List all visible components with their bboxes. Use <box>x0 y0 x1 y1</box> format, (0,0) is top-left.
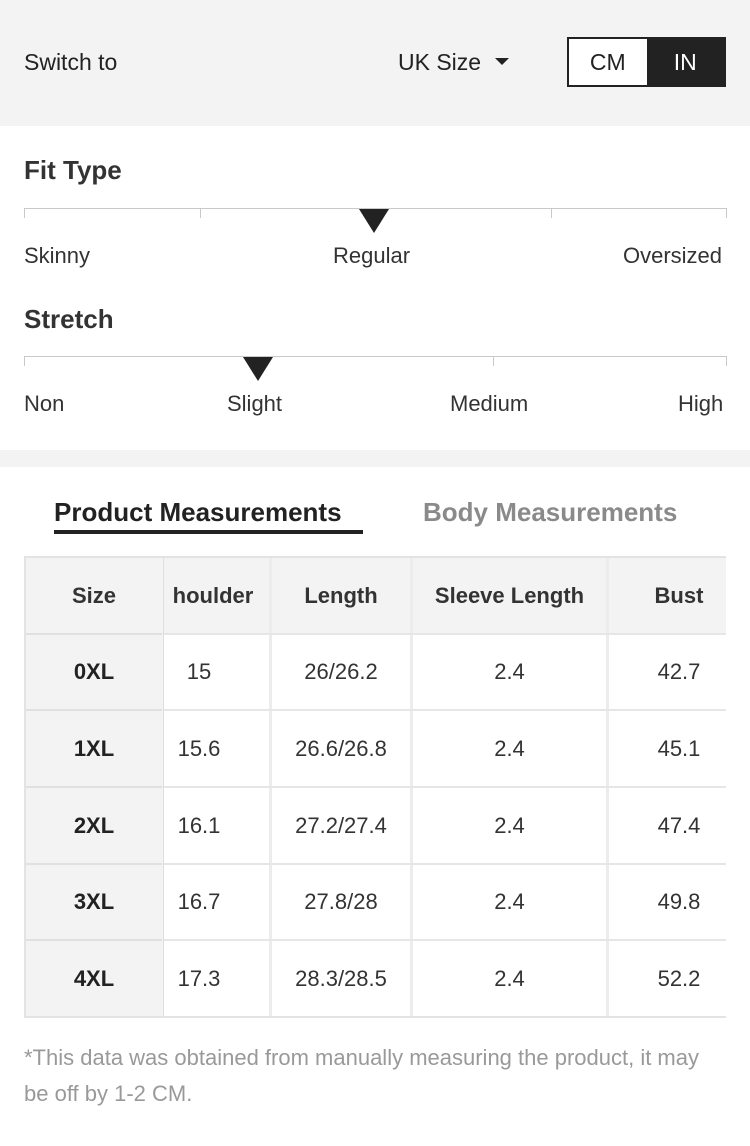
cell-size: 0XL <box>73 659 115 684</box>
cell-bust: 42.7 <box>657 659 701 684</box>
stretch-label-medium: Medium <box>450 391 529 416</box>
section-divider <box>0 450 750 467</box>
scale-tick <box>200 208 201 218</box>
cell-length: 27.8/28 <box>304 889 378 914</box>
stretch-label-slight: Slight <box>227 391 283 416</box>
cell-length: 28.3/28.5 <box>295 965 387 991</box>
scale-tick <box>726 356 727 366</box>
unit-in-button[interactable]: IN <box>646 39 724 85</box>
scale-tick <box>24 208 25 218</box>
chevron-down-icon <box>495 58 510 66</box>
cell-sleeve-length: 2.4 <box>494 659 525 684</box>
measurement-disclaimer: *This data was obtained from manually me… <box>24 1045 699 1106</box>
cell-shoulder: 16.1 <box>177 812 221 838</box>
scale-tick <box>726 208 727 218</box>
cell-shoulder: 17.3 <box>177 965 221 991</box>
cell-size: 3XL <box>73 889 115 914</box>
cell-bust: 45.1 <box>657 735 701 761</box>
fit-label-skinny: Skinny <box>24 243 91 268</box>
cell-length: 26.6/26.8 <box>295 735 387 761</box>
header-length: Length <box>304 582 378 608</box>
cell-sleeve-length: 2.4 <box>494 965 525 991</box>
cell-length: 26/26.2 <box>304 659 378 684</box>
stretch-indicator-icon <box>243 357 273 381</box>
cell-size: 4XL <box>73 965 115 991</box>
fit-label-oversized: Oversized <box>623 243 723 268</box>
size-system-value: UK Size <box>398 49 482 75</box>
scale-tick <box>493 356 494 366</box>
cell-bust: 52.2 <box>657 965 701 991</box>
cell-sleeve-length: 2.4 <box>494 735 525 761</box>
cell-shoulder: 15.6 <box>177 735 221 761</box>
cell-size: 1XL <box>73 735 115 761</box>
tab-product-measurements[interactable]: Product Measurements <box>54 497 342 528</box>
header-bust: Bust <box>654 582 704 608</box>
cell-shoulder: 16.7 <box>177 889 221 914</box>
header-sleeve-length: Sleeve Length <box>434 582 585 608</box>
cell-size: 2XL <box>73 812 115 838</box>
stretch-label-non: Non <box>24 391 65 416</box>
cell-sleeve-length: 2.4 <box>494 812 525 838</box>
cell-bust: 47.4 <box>657 812 701 838</box>
stretch-title: Stretch <box>24 304 114 334</box>
unit-toggle: CM IN <box>567 37 726 87</box>
header-shoulder: houlder <box>172 582 254 608</box>
active-tab-underline <box>54 530 363 534</box>
cell-sleeve-length: 2.4 <box>494 889 525 914</box>
size-system-dropdown[interactable]: UK Size <box>398 49 510 76</box>
scale-tick <box>551 208 552 218</box>
stretch-scale <box>24 356 727 357</box>
size-switch-bar: Switch to UK Size CM IN <box>0 0 750 126</box>
unit-cm-button[interactable]: CM <box>569 39 647 85</box>
scale-tick <box>24 356 25 366</box>
measurements-table[interactable]: houlder Length Sleeve Length Bust 15 26/… <box>24 556 726 1018</box>
tab-body-measurements[interactable]: Body Measurements <box>423 497 677 528</box>
header-size: Size <box>71 582 117 608</box>
fit-label-regular: Regular <box>333 243 411 268</box>
stretch-label-high: High <box>678 391 724 416</box>
cell-bust: 49.8 <box>657 889 701 914</box>
cell-shoulder: 15 <box>186 659 212 684</box>
cell-length: 27.2/27.4 <box>295 812 387 838</box>
fit-type-title: Fit Type <box>24 155 122 185</box>
fit-type-indicator-icon <box>359 209 389 233</box>
switch-to-label: Switch to <box>24 49 118 75</box>
size-column: Size 0XL 1XL 2XL 3XL 4XL <box>26 558 164 1016</box>
